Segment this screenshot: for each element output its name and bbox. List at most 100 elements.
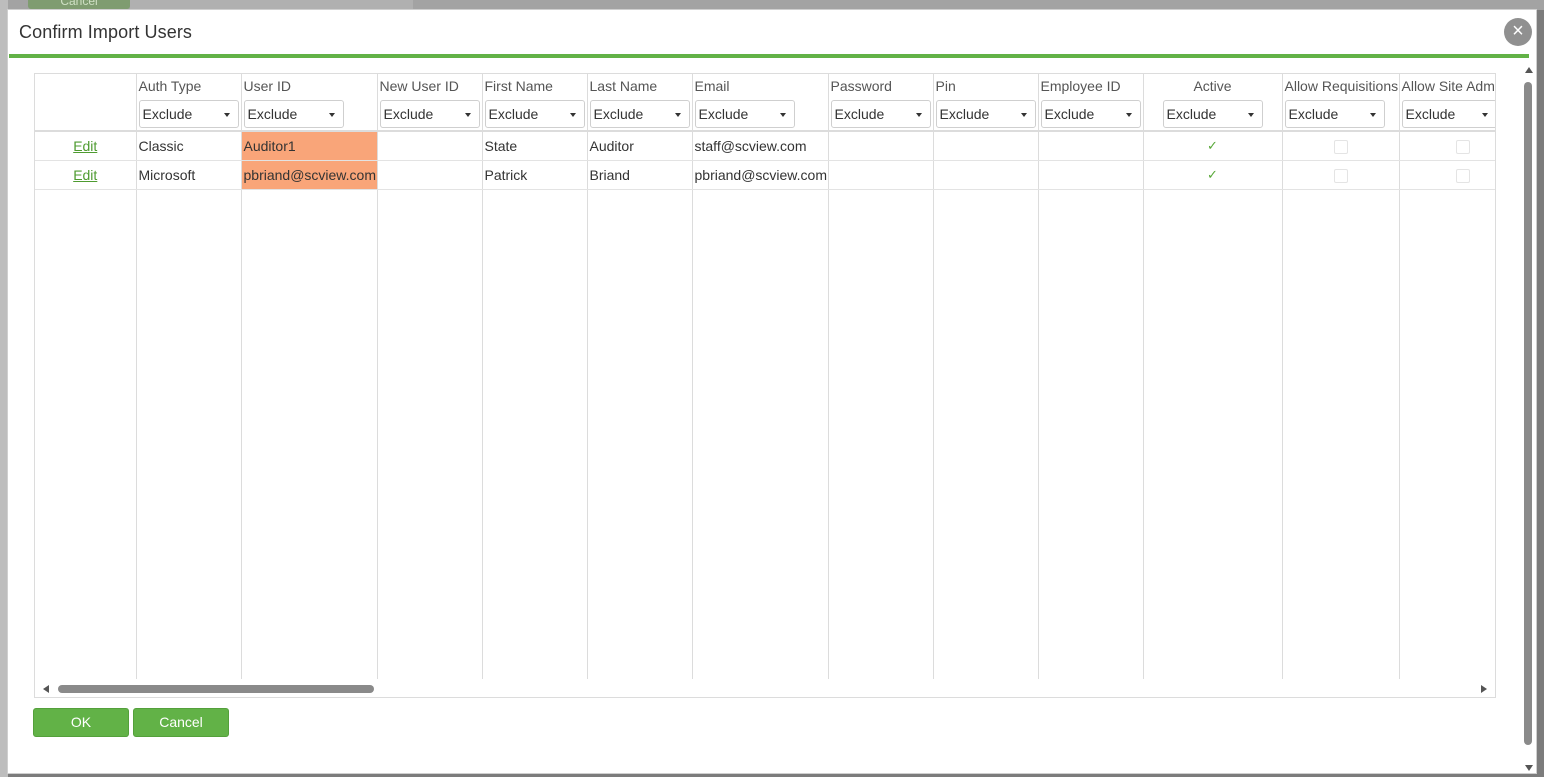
chevron-down-icon	[569, 113, 576, 117]
edit-link[interactable]: Edit	[73, 138, 97, 154]
chevron-down-icon	[1125, 113, 1132, 117]
allow-site-admin-cell	[1399, 131, 1495, 161]
import-users-dialog: Confirm Import Users × Auth Type Exclude	[7, 9, 1537, 774]
chevron-down-icon	[1369, 113, 1376, 117]
select-value: Exclude	[247, 106, 298, 122]
scroll-down-icon[interactable]	[1525, 765, 1533, 771]
user-id-mapping-select[interactable]: Exclude	[243, 100, 344, 128]
column-header-first-name: First Name Exclude	[482, 74, 588, 132]
active-mapping-select[interactable]: Exclude	[1162, 100, 1263, 128]
horizontal-scrollbar[interactable]	[35, 681, 1495, 697]
select-value: Exclude	[698, 106, 749, 122]
column-label: Employee ID	[1040, 78, 1121, 94]
column-header-last-name: Last Name Exclude	[587, 74, 693, 132]
vertical-scroll-thumb[interactable]	[1524, 82, 1532, 745]
background-cancel-button: Cancel	[28, 0, 130, 9]
select-value: Exclude	[1405, 106, 1456, 122]
ok-button[interactable]: OK	[33, 708, 129, 737]
allow-site-admin-mapping-select[interactable]: Exclude	[1401, 100, 1495, 128]
chevron-down-icon	[464, 113, 471, 117]
allow-requisitions-checkbox[interactable]	[1333, 139, 1348, 154]
header-row: Auth Type Exclude User ID Exclude New Us…	[35, 74, 1495, 132]
password-cell	[828, 160, 934, 190]
select-value: Exclude	[1166, 106, 1217, 122]
table-row: Edit Microsoft pbriand@scview.com Patric…	[35, 160, 1495, 190]
pin-cell	[933, 131, 1039, 161]
first-name-mapping-select[interactable]: Exclude	[484, 100, 585, 128]
column-label: User ID	[243, 78, 291, 94]
select-value: Exclude	[1044, 106, 1095, 122]
table-row: Edit Classic Auditor1 State Auditor staf…	[35, 131, 1495, 161]
column-label: Allow Requisitions	[1284, 78, 1399, 94]
employee-id-cell	[1038, 131, 1144, 161]
last-name-cell: Briand	[587, 160, 693, 190]
vertical-scrollbar[interactable]	[1522, 65, 1536, 773]
auth-type-cell: Microsoft	[136, 160, 242, 190]
new-user-id-mapping-select[interactable]: Exclude	[379, 100, 480, 128]
email-mapping-select[interactable]: Exclude	[694, 100, 795, 128]
select-value: Exclude	[142, 106, 193, 122]
chevron-down-icon	[915, 113, 922, 117]
checkmark-icon: ✓	[1207, 167, 1218, 182]
user-id-cell: Auditor1	[241, 131, 378, 161]
column-header-employee-id: Employee ID Exclude	[1038, 74, 1144, 132]
scroll-up-icon[interactable]	[1525, 67, 1533, 73]
cancel-button[interactable]: Cancel	[133, 708, 229, 737]
password-mapping-select[interactable]: Exclude	[830, 100, 931, 128]
chevron-down-icon	[674, 113, 681, 117]
horizontal-scroll-thumb[interactable]	[58, 685, 374, 693]
column-label: Email	[694, 78, 730, 94]
column-header-active: Active Exclude	[1143, 74, 1283, 132]
first-name-cell: Patrick	[482, 160, 588, 190]
pin-mapping-select[interactable]: Exclude	[935, 100, 1036, 128]
last-name-mapping-select[interactable]: Exclude	[589, 100, 690, 128]
column-header-actions	[35, 74, 137, 132]
allow-site-admin-checkbox[interactable]	[1456, 168, 1470, 183]
allow-requisitions-cell	[1282, 160, 1400, 190]
dialog-title: Confirm Import Users	[19, 22, 193, 42]
close-button[interactable]: ×	[1504, 18, 1532, 46]
select-value: Exclude	[939, 106, 990, 122]
chevron-down-icon	[328, 113, 335, 117]
scroll-left-icon[interactable]	[43, 685, 49, 693]
allow-site-admin-cell	[1399, 160, 1495, 190]
employee-id-mapping-select[interactable]: Exclude	[1040, 100, 1141, 128]
allow-site-admin-checkbox[interactable]	[1456, 139, 1470, 154]
first-name-cell: State	[482, 131, 588, 161]
select-value: Exclude	[834, 106, 885, 122]
pin-cell	[933, 160, 1039, 190]
allow-requisitions-cell	[1282, 131, 1400, 161]
auth-type-mapping-select[interactable]: Exclude	[138, 100, 239, 128]
column-header-new-user-id: New User ID Exclude	[377, 74, 483, 132]
users-table: Auth Type Exclude User ID Exclude New Us…	[35, 74, 1495, 679]
last-name-cell: Auditor	[587, 131, 693, 161]
column-label: New User ID	[379, 78, 459, 94]
new-user-id-cell	[377, 160, 483, 190]
column-label: Auth Type	[138, 78, 202, 94]
password-cell	[828, 131, 934, 161]
select-value: Exclude	[593, 106, 644, 122]
active-cell: ✓	[1143, 131, 1283, 161]
empty-grid-area	[35, 189, 1495, 679]
column-header-user-id: User ID Exclude	[241, 74, 378, 132]
title-divider	[9, 54, 1529, 58]
select-value: Exclude	[1288, 106, 1339, 122]
select-value: Exclude	[488, 106, 539, 122]
chevron-down-icon	[1020, 113, 1027, 117]
email-cell: staff@scview.com	[692, 131, 829, 161]
checkmark-icon: ✓	[1207, 138, 1218, 154]
auth-type-cell: Classic	[136, 131, 242, 161]
chevron-down-icon	[1481, 113, 1488, 117]
scroll-right-icon[interactable]	[1481, 685, 1487, 693]
user-id-cell: pbriand@scview.com	[241, 160, 378, 190]
new-user-id-cell	[377, 131, 483, 161]
column-label: Password	[830, 78, 892, 94]
column-header-pin: Pin Exclude	[933, 74, 1039, 132]
allow-requisitions-checkbox[interactable]	[1333, 168, 1348, 183]
column-header-auth-type: Auth Type Exclude	[136, 74, 242, 132]
edit-cell: Edit	[35, 131, 137, 161]
edit-link[interactable]: Edit	[73, 167, 97, 183]
allow-requisitions-mapping-select[interactable]: Exclude	[1284, 100, 1385, 128]
active-cell: ✓	[1143, 160, 1283, 190]
column-header-allow-site-admin: Allow Site Adm Exclude	[1399, 74, 1495, 132]
